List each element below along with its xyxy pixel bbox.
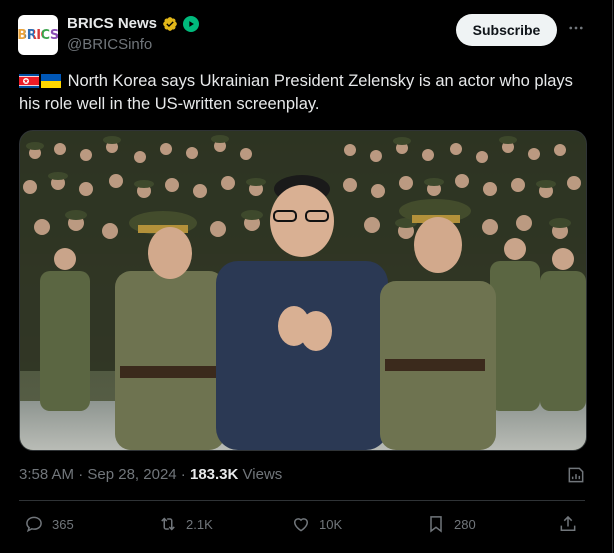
avatar-logo-text: BRICS [18,27,58,43]
reply-button[interactable]: 365 [24,514,74,534]
avatar[interactable]: BRICS [18,15,58,55]
repost-icon [161,517,175,531]
post-time[interactable]: 3:58 AM [19,466,74,483]
share-button[interactable] [558,514,578,534]
subscribe-button[interactable]: Subscribe [456,14,557,46]
affiliate-badge-icon [183,15,200,32]
views-count: 183.3K [189,466,239,483]
author-handle[interactable]: @BRICSinfo [67,36,152,53]
like-button[interactable]: 10K [291,514,342,534]
reply-icon [26,516,42,533]
more-horizontal-icon[interactable] [566,18,586,38]
views-label: Views [242,466,283,483]
author-name-row: BRICS News [67,15,200,32]
meta-separator-2: · [176,466,190,483]
bookmark-count: 280 [454,516,476,532]
post-media-photo[interactable] [19,130,587,451]
post-date[interactable]: Sep 28, 2024 [87,466,176,483]
like-count: 10K [319,516,343,532]
share-icon [560,515,576,531]
post-analytics-icon[interactable] [566,465,586,485]
divider [19,500,585,501]
verified-badge-icon [163,16,177,31]
post-text: North Korea says Ukrainian President Zel… [19,70,579,116]
bookmark-icon [430,516,442,533]
meta-separator: · [74,466,88,483]
post-meta: 3:58 AM · Sep 28, 2024 · 183.3K Views [19,466,282,483]
north-korea-flag-icon [19,74,39,88]
reply-count: 365 [52,516,74,532]
post-body: North Korea says Ukrainian President Zel… [19,72,573,113]
author-name[interactable]: BRICS News [67,15,157,32]
bookmark-button[interactable]: 280 [426,514,476,534]
repost-button[interactable]: 2.1K [158,514,213,534]
ukraine-flag-icon [41,74,61,88]
repost-count: 2.1K [186,516,213,532]
heart-icon [293,518,309,532]
photo-illustration [20,131,586,450]
post-container: BRICS BRICS News @BRICSinfo Subscribe No… [0,0,613,553]
